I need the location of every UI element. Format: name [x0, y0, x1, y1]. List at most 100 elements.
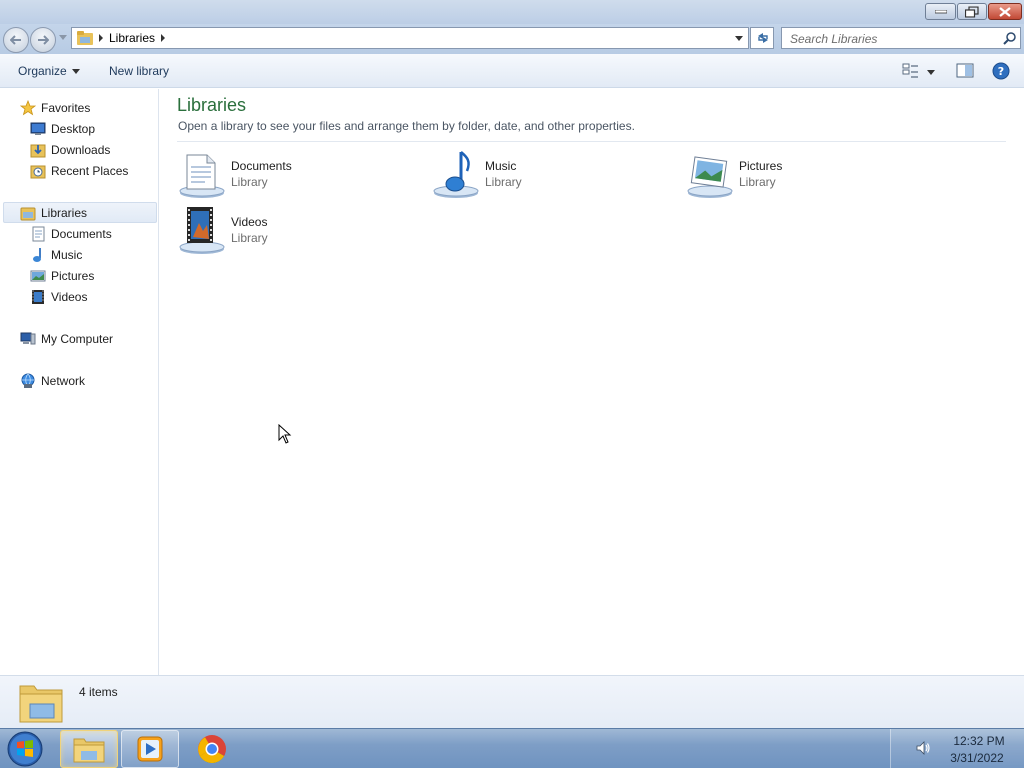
taskbar-explorer-button[interactable] — [60, 730, 118, 768]
volume-icon[interactable] — [915, 740, 931, 756]
start-button[interactable] — [5, 730, 45, 768]
refresh-button[interactable] — [750, 27, 774, 49]
search-icon[interactable] — [1003, 32, 1016, 45]
network-icon — [21, 373, 35, 388]
library-tile-documents[interactable]: Documents Library — [177, 149, 417, 201]
back-button[interactable] — [3, 27, 29, 53]
explorer-icon — [73, 738, 105, 763]
change-view-icon[interactable] — [902, 63, 920, 79]
nav-recent-places-label: Recent Places — [51, 163, 129, 178]
library-name: Pictures — [739, 159, 783, 173]
nav-documents[interactable]: Documents — [30, 223, 112, 244]
nav-downloads-label: Downloads — [51, 142, 111, 157]
pictures-icon — [30, 270, 46, 281]
computer-icon — [20, 332, 36, 344]
library-type: Library — [739, 175, 776, 189]
library-type: Library — [485, 175, 522, 189]
library-type: Library — [231, 231, 268, 245]
nav-recent-places[interactable]: Recent Places — [30, 160, 128, 181]
downloads-icon — [30, 144, 46, 157]
taskbar-media-player-button[interactable] — [121, 730, 179, 768]
nav-libraries[interactable]: Libraries — [3, 202, 157, 223]
chrome-icon — [198, 735, 226, 763]
library-name: Music — [485, 159, 517, 173]
nav-desktop[interactable]: Desktop — [30, 118, 95, 139]
minimize-button[interactable] — [925, 3, 956, 20]
nav-favorites-label: Favorites — [41, 100, 91, 115]
preview-pane-icon[interactable] — [956, 63, 974, 79]
clock-time[interactable]: 12:32 PM — [947, 734, 1011, 748]
star-icon — [20, 99, 36, 115]
forward-button[interactable] — [30, 27, 56, 53]
forward-arrow-icon — [38, 35, 49, 45]
nav-music-label: Music — [51, 247, 83, 262]
nav-documents-label: Documents — [51, 226, 112, 241]
recent-pages-chevron-icon[interactable] — [59, 35, 67, 40]
nav-desktop-label: Desktop — [51, 121, 96, 136]
close-icon — [999, 6, 1011, 17]
nav-network[interactable]: Network — [20, 370, 85, 391]
view-options-dropdown-icon[interactable] — [927, 70, 935, 75]
divider — [177, 141, 1006, 142]
nav-pictures[interactable]: Pictures — [30, 265, 94, 286]
command-bar: Organize New library ? — [0, 54, 1024, 88]
nav-network-label: Network — [41, 373, 86, 388]
page-title: Libraries — [177, 95, 247, 115]
library-tile-pictures[interactable]: Pictures Library — [685, 149, 925, 201]
libraries-icon — [20, 207, 36, 220]
minimize-icon — [934, 9, 947, 13]
music-icon — [33, 247, 41, 262]
nav-libraries-label: Libraries — [41, 205, 88, 220]
search-input[interactable] — [790, 31, 990, 46]
library-type: Library — [231, 175, 268, 189]
nav-favorites[interactable]: Favorites — [20, 97, 90, 118]
libraries-folder-icon — [77, 31, 93, 45]
videos-icon — [32, 289, 44, 304]
help-icon[interactable]: ? — [992, 62, 1010, 80]
page-subtitle: Open a library to see your files and arr… — [178, 119, 635, 133]
nav-music[interactable]: Music — [30, 244, 82, 265]
content-pane: Libraries Open a library to see your fil… — [160, 89, 1024, 675]
library-name: Videos — [231, 215, 268, 229]
desktop-icon — [30, 122, 46, 135]
search-box[interactable] — [781, 27, 1021, 49]
videos-library-icon — [179, 207, 225, 254]
media-player-icon — [137, 736, 163, 762]
title-bar — [0, 0, 1024, 24]
address-row: Libraries — [0, 24, 1024, 54]
organize-label: Organize — [18, 64, 67, 78]
library-tile-videos[interactable]: Videos Library — [177, 205, 417, 257]
restore-button[interactable] — [957, 3, 987, 20]
nav-my-computer[interactable]: My Computer — [20, 328, 113, 349]
mouse-cursor-icon — [278, 424, 292, 444]
library-name: Documents — [231, 159, 292, 173]
back-arrow-icon — [10, 35, 21, 45]
nav-videos[interactable]: Videos — [30, 286, 87, 307]
close-button[interactable] — [988, 3, 1022, 20]
svg-text:?: ? — [998, 65, 1004, 78]
recent-places-icon — [30, 165, 46, 178]
breadcrumb-separator-icon[interactable] — [99, 34, 103, 42]
documents-icon — [32, 226, 45, 241]
organize-button[interactable]: Organize — [18, 64, 80, 78]
clock-date[interactable]: 3/31/2022 — [943, 751, 1011, 765]
library-tile-music[interactable]: Music Library — [431, 149, 671, 201]
pictures-library-icon — [687, 156, 733, 198]
taskbar: 12:32 PM 3/31/2022 — [0, 728, 1024, 768]
organize-dropdown-icon — [71, 69, 80, 75]
restore-icon — [965, 6, 979, 17]
breadcrumb-chevron-icon[interactable] — [161, 34, 166, 42]
taskbar-chrome-button[interactable] — [183, 730, 241, 768]
details-pane: 4 items — [0, 675, 1024, 728]
breadcrumb-libraries[interactable]: Libraries — [109, 31, 155, 45]
music-library-icon — [433, 151, 479, 198]
nav-my-computer-label: My Computer — [41, 331, 114, 346]
address-dropdown-icon[interactable] — [735, 36, 743, 41]
new-library-button[interactable]: New library — [109, 64, 169, 78]
system-tray: 12:32 PM 3/31/2022 — [890, 729, 1024, 768]
libraries-folder-icon — [19, 685, 63, 723]
nav-downloads[interactable]: Downloads — [30, 139, 110, 160]
item-count: 4 items — [79, 685, 118, 699]
address-bar[interactable]: Libraries — [71, 27, 749, 49]
nav-pictures-label: Pictures — [51, 268, 95, 283]
